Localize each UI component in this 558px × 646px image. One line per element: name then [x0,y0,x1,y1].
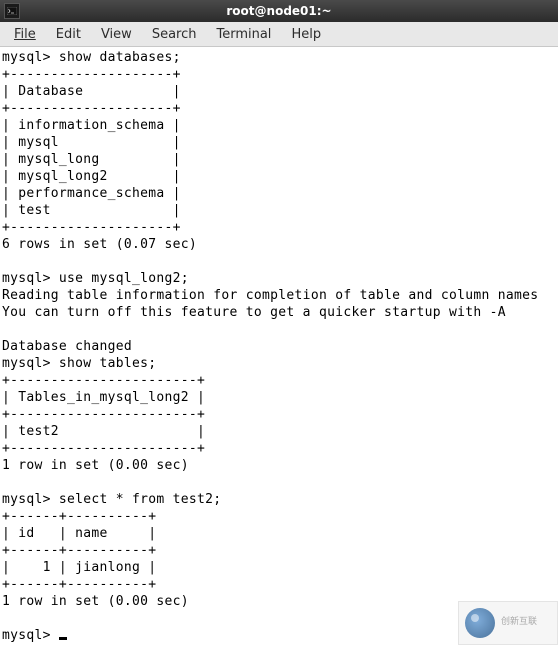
terminal-line: mysql> select * from test2; [2,492,221,507]
titlebar: root@node01:~ [0,0,558,22]
terminal-line: Database changed [2,339,132,354]
menu-search[interactable]: Search [142,25,207,44]
cursor [59,637,67,640]
menu-edit[interactable]: Edit [46,25,91,44]
terminal-line: +-----------------------+ [2,373,205,388]
terminal-line: | test2 | [2,424,205,439]
terminal-line: +--------------------+ [2,67,181,82]
terminal-line: | test | [2,203,181,218]
terminal-line: +------+----------+ [2,543,156,558]
terminal-output[interactable]: mysql> show databases; +----------------… [0,47,558,646]
terminal-line: | performance_schema | [2,186,181,201]
terminal-line: mysql> use mysql_long2; [2,271,189,286]
terminal-line: +------+----------+ [2,509,156,524]
watermark: 创新互联 [458,601,558,645]
terminal-line: | Tables_in_mysql_long2 | [2,390,205,405]
terminal-line: +-----------------------+ [2,441,205,456]
terminal-line: +------+----------+ [2,577,156,592]
terminal-line: You can turn off this feature to get a q… [2,305,506,320]
terminal-line: | mysql | [2,135,181,150]
terminal-line: mysql> show tables; [2,356,156,371]
watermark-text: 创新互联 [501,618,537,628]
terminal-prompt: mysql> [2,628,59,643]
terminal-line: | information_schema | [2,118,181,133]
menubar: File Edit View Search Terminal Help [0,22,558,47]
menu-terminal[interactable]: Terminal [206,25,281,44]
terminal-line: +--------------------+ [2,220,181,235]
menu-help[interactable]: Help [281,25,331,44]
terminal-line: | mysql_long2 | [2,169,181,184]
terminal-line: +--------------------+ [2,101,181,116]
menu-view[interactable]: View [91,25,142,44]
terminal-icon [4,3,20,19]
terminal-line: mysql> show databases; [2,50,181,65]
terminal-line: Reading table information for completion… [2,288,538,303]
menu-file[interactable]: File [4,25,46,44]
terminal-line: +-----------------------+ [2,407,205,422]
window-title: root@node01:~ [28,4,530,18]
terminal-line: 6 rows in set (0.07 sec) [2,237,197,252]
watermark-logo-icon [465,608,495,638]
terminal-line: 1 row in set (0.00 sec) [2,458,189,473]
terminal-line: | 1 | jianlong | [2,560,156,575]
terminal-line: | id | name | [2,526,156,541]
terminal-line: | mysql_long | [2,152,181,167]
terminal-line: 1 row in set (0.00 sec) [2,594,189,609]
terminal-line: | Database | [2,84,181,99]
